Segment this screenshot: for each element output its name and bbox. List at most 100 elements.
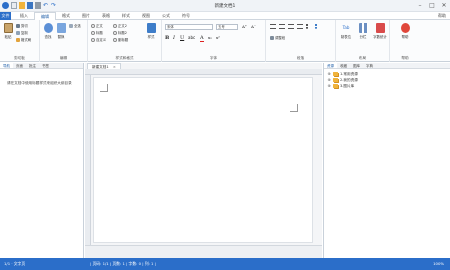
styles-button[interactable]: 样式 — [143, 23, 159, 39]
cut-button[interactable]: 剪切 — [16, 23, 28, 28]
edit-group-label: 编辑 — [59, 56, 68, 60]
tab-bookmarks[interactable]: 书签 — [39, 63, 52, 68]
tab-dictionary[interactable]: 字典 — [363, 63, 376, 68]
resource-panel: 资源 收藏 图库 字典 ⊕ 1.常用资源 ⊕ 2.我的资源 ⊕ 3.图片库 — [323, 63, 450, 258]
paragraph-group-label: 段落 — [296, 56, 305, 60]
style-option-custom[interactable]: 自定义 — [91, 37, 106, 42]
help-icon — [400, 23, 410, 33]
tab-resources[interactable]: 资源 — [324, 63, 337, 68]
layout-group-label: 布局 — [358, 56, 367, 60]
numbered-list-icon[interactable] — [315, 24, 321, 29]
font-group: 宋体 五号 B I U abc A x₂ x² A⁺ A⁻ 字体 — [162, 20, 266, 62]
font-size-select[interactable]: 五号 — [216, 24, 238, 30]
style-option-heading2[interactable]: 标题2 — [113, 30, 127, 35]
tab-comments[interactable]: 批注 — [26, 63, 39, 68]
navigation-panel: 导航 页面 批注 书签 请在文档中使用标题样式来组织大纲目录 — [0, 63, 84, 258]
scissors-icon — [16, 23, 20, 28]
underline-icon[interactable]: U — [180, 35, 184, 41]
columns-icon — [358, 23, 368, 33]
bullet-list-icon[interactable] — [306, 24, 312, 29]
help-group-label: 帮助 — [401, 56, 409, 60]
layout-group: Tab 制表位 分栏 字数统计 布局 — [336, 20, 390, 62]
paste-button[interactable]: 粘贴 — [2, 23, 14, 39]
styles-icon — [146, 23, 156, 33]
paste-icon — [3, 23, 13, 33]
brush-icon — [16, 37, 20, 42]
find-button[interactable]: 查找 — [42, 23, 54, 39]
columns-button[interactable]: 分栏 — [356, 23, 370, 39]
menu-bar: 文件 插入 编辑 格式 图片 表格 样式 视图 公式 符号 帮助 — [0, 12, 450, 21]
folder-icon — [333, 84, 338, 88]
window-controls: – □ ✕ — [416, 2, 448, 9]
expand-icon[interactable]: ⊕ — [327, 83, 331, 89]
vertical-ruler[interactable] — [85, 75, 91, 245]
tree-item-label: 3.图片库 — [340, 84, 355, 88]
tree-item[interactable]: ⊕ 3.图片库 — [327, 83, 358, 89]
tab-pages[interactable]: 页面 — [13, 63, 26, 68]
zoom-level[interactable]: 100% — [433, 258, 444, 270]
minimize-icon[interactable]: – — [416, 2, 424, 9]
tab-gallery[interactable]: 图库 — [350, 63, 363, 68]
clipboard-group: 粘贴 剪切 复制 格式刷 剪切板 — [0, 20, 40, 62]
word-count-button[interactable]: 字数统计 — [372, 23, 388, 39]
align-center-icon[interactable] — [279, 24, 285, 29]
help-button[interactable]: 帮助 — [398, 23, 412, 39]
select-all-icon — [69, 23, 73, 28]
font-name-select[interactable]: 宋体 — [165, 24, 213, 30]
font-color-icon[interactable]: A — [200, 35, 204, 42]
style-option-heading[interactable]: 标题 — [91, 30, 103, 35]
line-spacing-icon — [270, 35, 274, 40]
grow-font-icon[interactable]: A⁺ — [242, 24, 247, 29]
copy-button[interactable]: 复制 — [16, 30, 28, 35]
style-group: 正文 标题 自定义 正文2 标题2 副标题 样式 样式和格式 — [88, 20, 162, 62]
line-spacing-button[interactable]: 调整段 — [270, 35, 285, 40]
horizontal-ruler[interactable] — [85, 69, 322, 75]
bold-icon[interactable]: B — [165, 35, 169, 41]
help-menu[interactable]: 帮助 — [438, 12, 446, 20]
navigation-tabs: 导航 页面 批注 书签 — [0, 63, 83, 69]
radio-icon — [113, 30, 117, 35]
align-right-icon[interactable] — [288, 24, 294, 29]
close-icon[interactable]: ✕ — [440, 2, 448, 9]
style-option-subtitle[interactable]: 副标题 — [113, 37, 128, 42]
document-status-strip — [85, 245, 322, 258]
folder-icon — [333, 72, 338, 76]
resource-tabs: 资源 收藏 图库 字典 — [324, 63, 450, 69]
margin-mark-top-right — [290, 104, 298, 112]
superscript-icon[interactable]: x² — [216, 35, 220, 40]
italic-icon[interactable]: I — [173, 35, 175, 41]
replace-button[interactable]: 替换 — [55, 23, 67, 39]
margin-mark-top-left — [100, 84, 108, 92]
status-bar: 1/1 · 文字页 | 页码: 1/1 | 页数: 1 | 字数: 0 | 列:… — [0, 258, 450, 270]
replace-icon — [56, 23, 66, 33]
title-bar: ↶ ↷ 新建文档1 – □ ✕ — [0, 0, 450, 12]
tab-stop-button[interactable]: Tab 制表位 — [339, 23, 353, 39]
window-title: 新建文档1 — [214, 4, 236, 9]
document-info: | 页码: 1/1 | 页数: 1 | 字数: 0 | 列: 1 | — [90, 261, 156, 266]
folder-icon — [333, 78, 338, 82]
select-all-button[interactable]: 全选 — [69, 23, 81, 28]
word-count-icon — [375, 23, 385, 33]
align-left-icon[interactable] — [270, 24, 276, 29]
subscript-icon[interactable]: x₂ — [208, 35, 212, 40]
tab-favorites[interactable]: 收藏 — [337, 63, 350, 68]
file-menu-button[interactable]: 文件 — [0, 12, 11, 20]
radio-icon — [91, 30, 95, 35]
justify-icon[interactable] — [297, 24, 303, 29]
radio-icon — [91, 23, 95, 28]
strikethrough-icon[interactable]: abc — [188, 35, 195, 40]
style-option-normal[interactable]: 正文 — [91, 23, 103, 28]
style-group-label: 样式和格式 — [115, 56, 134, 60]
help-group: 帮助 帮助 — [390, 20, 420, 62]
maximize-icon[interactable]: □ — [428, 2, 436, 9]
app-window: ↶ ↷ 新建文档1 – □ ✕ 文件 插入 编辑 格式 图片 表格 样式 视图 … — [0, 0, 450, 270]
document-page[interactable] — [93, 77, 313, 243]
style-option-normal2[interactable]: 正文2 — [113, 23, 127, 28]
radio-icon — [113, 37, 117, 42]
shrink-font-icon[interactable]: A⁻ — [251, 24, 256, 29]
resource-tree: ⊕ 1.常用资源 ⊕ 2.我的资源 ⊕ 3.图片库 — [327, 71, 358, 89]
tab-navigation[interactable]: 导航 — [0, 63, 13, 68]
align-buttons — [270, 24, 321, 29]
format-painter-button[interactable]: 格式刷 — [16, 37, 31, 42]
tab-stop-icon: Tab — [342, 25, 350, 30]
